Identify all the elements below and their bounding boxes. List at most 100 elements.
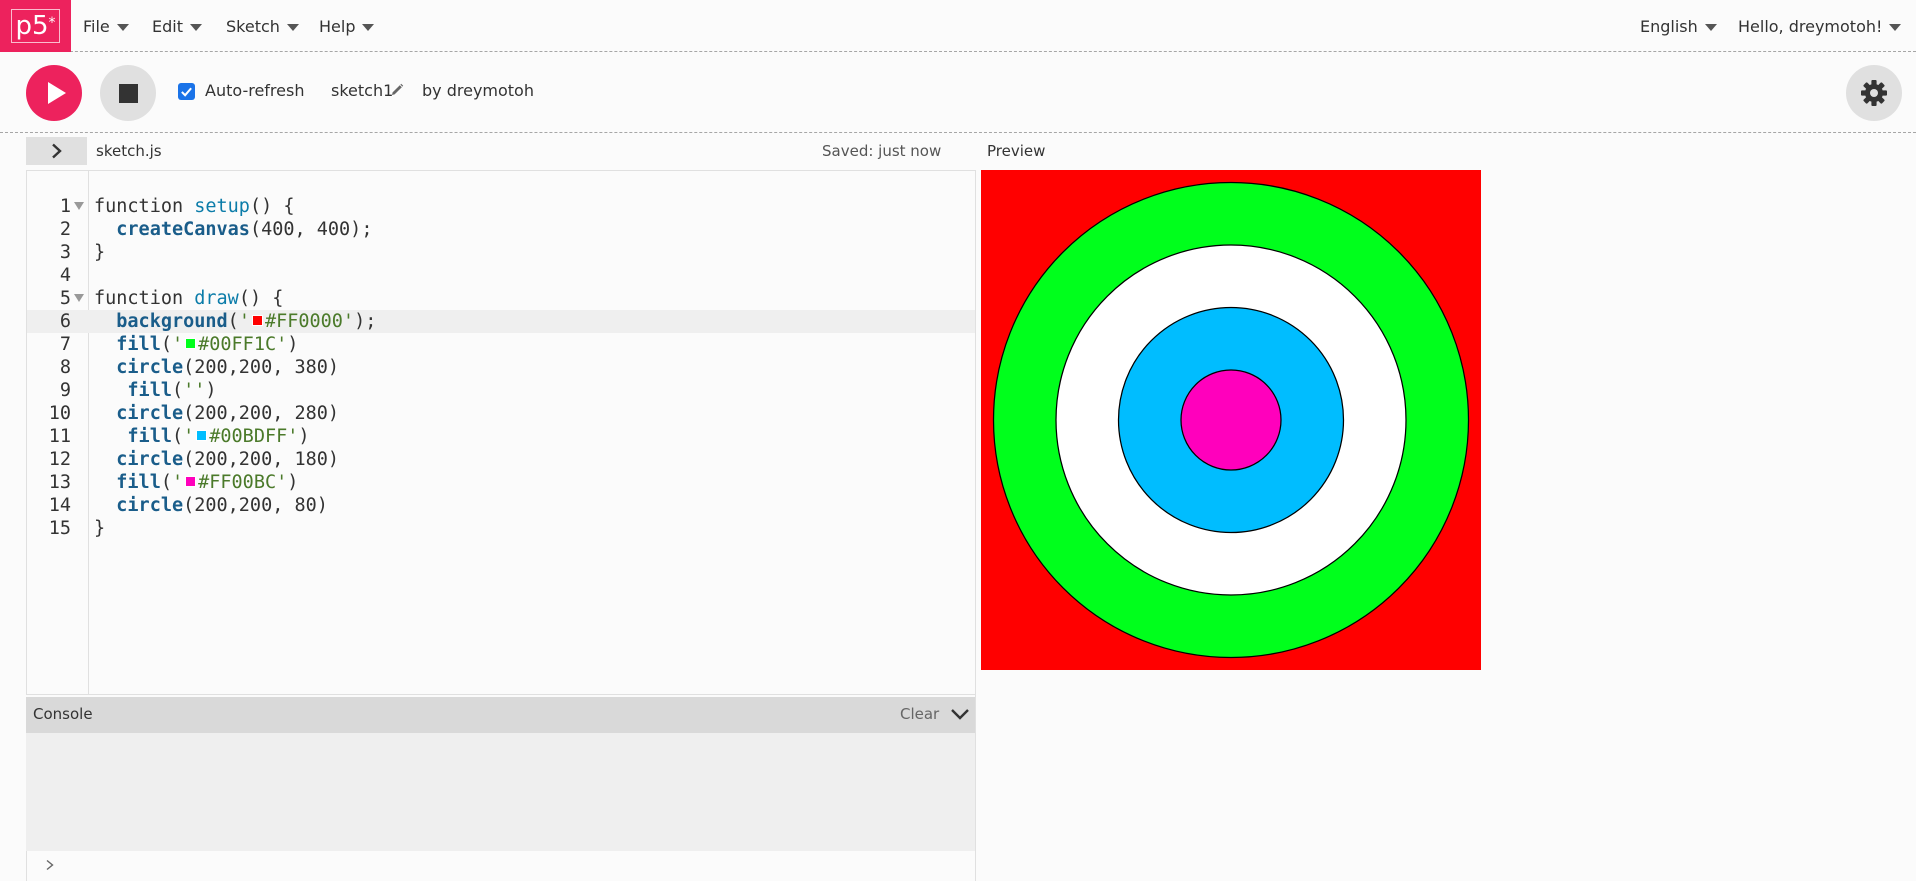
prompt-chevron-icon [46, 859, 54, 871]
code-text: fill(' #FF00BC') [116, 472, 299, 493]
code-text: background(' #FF0000'); [116, 311, 377, 332]
line-number: 13 [48, 472, 71, 493]
code-text: circle(200,200, 380) [116, 357, 340, 378]
menu-edit-label: Edit [152, 16, 183, 36]
line-number: 11 [48, 426, 71, 447]
chevron-down-icon [189, 23, 202, 31]
saved-status: Saved: just now [822, 142, 942, 160]
code-line[interactable]: 9 fill('') [27, 379, 975, 402]
code-line[interactable]: 14 circle(200,200, 80) [27, 494, 975, 517]
fold-toggle-icon[interactable] [74, 294, 84, 302]
line-number: 9 [59, 380, 71, 401]
line-number: 2 [59, 219, 71, 240]
line-number: 3 [59, 242, 71, 263]
stop-button[interactable] [100, 65, 156, 121]
auto-refresh-checkbox[interactable] [178, 83, 195, 100]
code-line[interactable]: 10 circle(200,200, 280) [27, 402, 975, 425]
menu-edit[interactable]: Edit [152, 0, 202, 52]
line-number: 5 [59, 288, 71, 309]
code-text: function setup() { [94, 196, 295, 217]
code-text: function draw() { [94, 288, 284, 309]
sketch-author: by dreymotoh [422, 81, 534, 100]
logo-asterisk: * [48, 15, 56, 31]
line-number: 6 [59, 311, 71, 332]
panel-divider[interactable] [975, 695, 976, 881]
user-greeting: Hello, dreymotoh! [1738, 16, 1883, 36]
code-line[interactable]: 3} [27, 241, 975, 264]
code-text: } [94, 518, 106, 539]
chevron-down-icon [286, 23, 299, 31]
logo-text: p5 [15, 11, 49, 41]
code-line[interactable]: 11 fill(' #00BDFF') [27, 425, 975, 448]
color-swatch[interactable] [185, 476, 197, 487]
menu-help[interactable]: Help [319, 0, 375, 52]
color-swatch[interactable] [251, 315, 263, 326]
menu-sketch[interactable]: Sketch [226, 0, 299, 52]
pencil-icon[interactable] [390, 83, 404, 97]
code-text: circle(200,200, 280) [116, 403, 340, 424]
console-input[interactable] [26, 851, 976, 881]
sketch-name[interactable]: sketch1 [331, 81, 393, 100]
line-number: 15 [48, 518, 71, 539]
color-swatch[interactable] [196, 430, 208, 441]
line-number: 12 [48, 449, 71, 470]
code-line[interactable]: 13 fill(' #FF00BC') [27, 471, 975, 494]
chevron-down-icon [362, 23, 375, 31]
code-text: fill(' #00BDFF') [127, 426, 310, 447]
menu-file-label: File [83, 16, 110, 36]
line-number: 8 [59, 357, 71, 378]
chevron-right-icon [51, 143, 62, 159]
play-icon [47, 82, 66, 104]
chevron-down-icon [1889, 23, 1902, 31]
code-line[interactable]: 7 fill(' #00FF1C') [27, 333, 975, 356]
menu-file[interactable]: File [83, 0, 129, 52]
menu-sketch-label: Sketch [226, 16, 280, 36]
fold-toggle-icon[interactable] [74, 202, 84, 210]
code-text: fill(' #00FF1C') [116, 334, 299, 355]
line-number: 10 [48, 403, 71, 424]
code-line[interactable]: 15} [27, 517, 975, 540]
console-title: Console [33, 705, 93, 723]
language-menu[interactable]: English [1640, 0, 1717, 52]
checkmark-icon [181, 87, 192, 97]
code-text: circle(200,200, 80) [116, 495, 328, 516]
file-name: sketch.js [96, 142, 162, 160]
top-nav: p5* File Edit Sketch Help English Hello,… [0, 0, 1916, 52]
chevron-down-icon[interactable] [950, 706, 970, 722]
user-menu[interactable]: Hello, dreymotoh! [1738, 0, 1902, 52]
line-number: 14 [48, 495, 71, 516]
line-number: 7 [59, 334, 71, 355]
line-number: 1 [59, 196, 71, 217]
code-text: createCanvas(400, 400); [116, 219, 373, 240]
code-line[interactable]: 1 function setup() { [27, 195, 975, 218]
gear-icon [1861, 80, 1887, 106]
stop-icon [118, 83, 138, 103]
play-button[interactable] [26, 65, 82, 121]
p5-logo[interactable]: p5* [0, 0, 71, 52]
code-editor[interactable]: 1 function setup() {2 createCanvas(400, 4… [26, 170, 976, 695]
code-line[interactable]: 5 function draw() { [27, 287, 975, 310]
code-line[interactable]: 6 background(' #FF0000'); [27, 310, 975, 333]
settings-button[interactable] [1846, 65, 1902, 121]
console-clear-button[interactable]: Clear [900, 705, 939, 723]
preview-canvas[interactable] [981, 170, 1481, 670]
code-text: fill('') [127, 380, 217, 401]
toolbar: Auto-refresh sketch1 by dreymotoh [0, 53, 1916, 133]
console-output [26, 733, 976, 851]
language-label: English [1640, 16, 1698, 36]
chevron-down-icon [1704, 23, 1717, 31]
code-line[interactable]: 4 [27, 264, 975, 287]
code-text: circle(200,200, 180) [116, 449, 340, 470]
color-swatch[interactable] [185, 338, 197, 349]
menu-help-label: Help [319, 16, 356, 36]
console-header: Console Clear [26, 697, 976, 733]
chevron-down-icon [116, 23, 129, 31]
canvas-circle [1180, 369, 1282, 471]
expand-sidebar-button[interactable] [26, 137, 87, 165]
code-line[interactable]: 8 circle(200,200, 380) [27, 356, 975, 379]
code-line[interactable]: 2 createCanvas(400, 400); [27, 218, 975, 241]
auto-refresh-label[interactable]: Auto-refresh [205, 81, 304, 100]
code-text: } [94, 242, 106, 263]
code-line[interactable]: 12 circle(200,200, 180) [27, 448, 975, 471]
preview-label: Preview [987, 142, 1046, 160]
